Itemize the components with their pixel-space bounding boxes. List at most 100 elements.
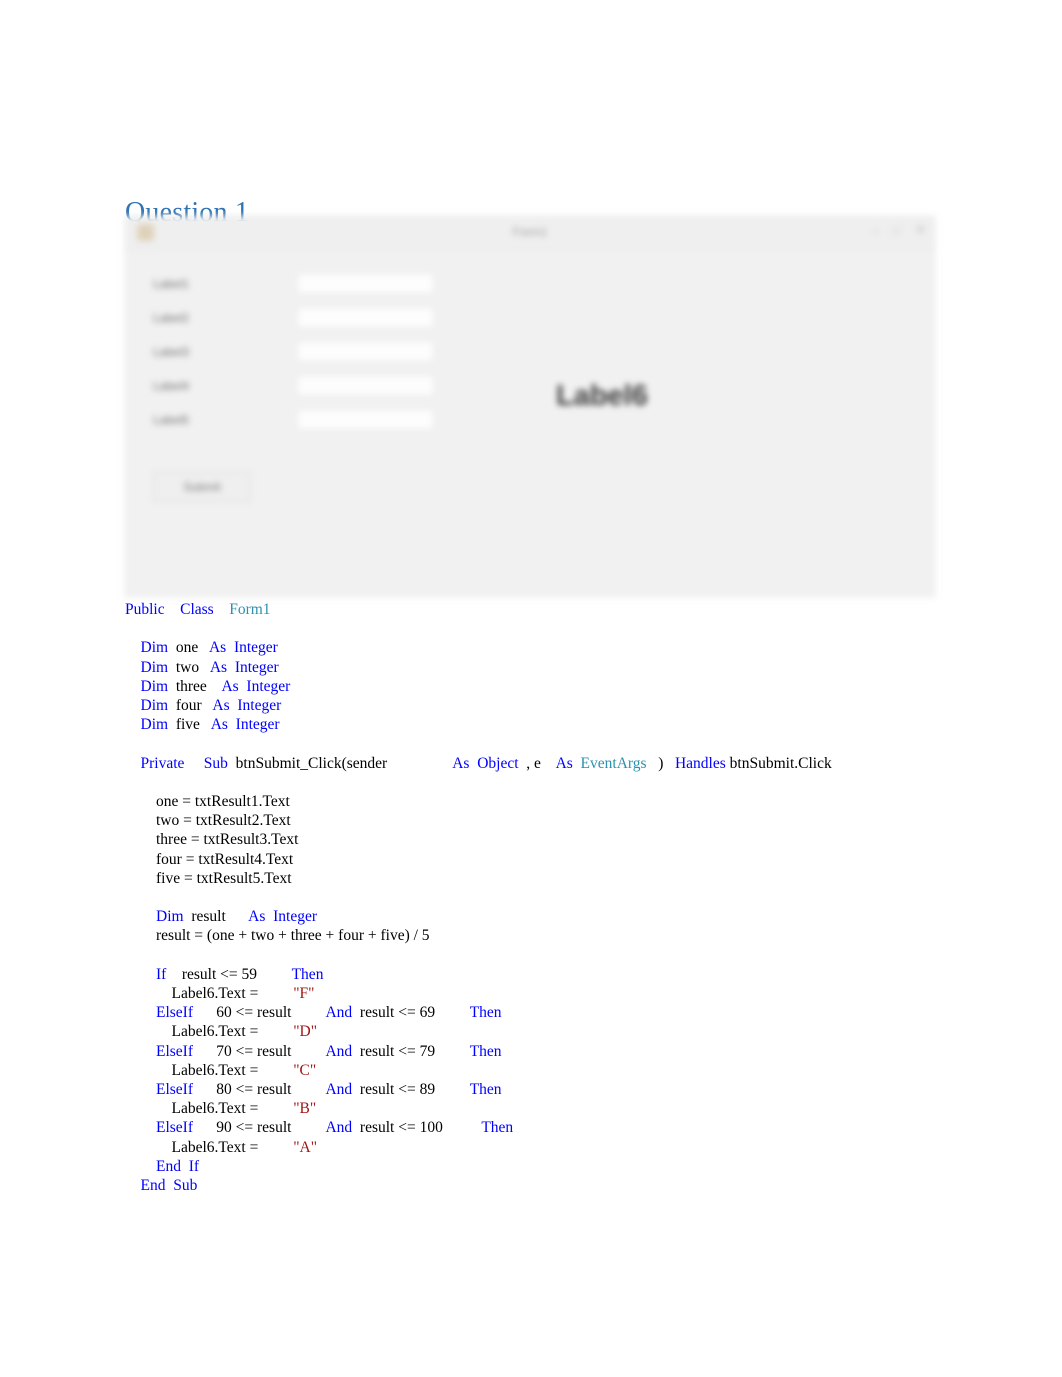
code-token: If [188,1157,200,1175]
code-token: Dim [140,677,169,695]
code-token: three [168,677,222,695]
result-label: Label6 [556,380,648,412]
code-line: End If [125,1157,1005,1176]
code-token: result <= 100 [352,1119,482,1137]
code-token: Then [469,1004,502,1022]
code-line: Dim three As Integer [125,677,1005,696]
code-listing: Public Class Form1 Dim one As Integer Di… [125,600,1005,1195]
code-token: ElseIf [156,1004,194,1022]
code-line: Private Sub btnSubmit_Click(sender As Ob… [125,754,1005,773]
code-token: Sub [173,1177,198,1195]
txtResult4-input[interactable] [297,375,434,396]
code-line: Dim result As Integer [125,907,1005,926]
code-token: btnSubmit_Click(sender [227,754,453,772]
code-line: ElseIf 90 <= result And result <= 100 Th… [125,1118,1005,1137]
code-token: three = txtResult3.Text [125,831,299,849]
code-token: Integer [234,658,279,676]
code-token: 90 <= result [193,1119,326,1137]
form-label-1: Label1 [153,277,190,291]
code-token: 70 <= result [193,1042,326,1060]
code-token: As [210,716,228,734]
txtResult1-input[interactable] [297,273,434,294]
code-token: Dim [156,908,184,926]
code-token: Label6.Text = [125,984,294,1002]
code-token: "A" [293,1138,318,1156]
code-token: five = txtResult5.Text [125,869,292,887]
code-token: End [140,1177,166,1195]
code-token: As [208,639,227,657]
code-token: Integer [237,697,282,714]
minimize-icon[interactable]: – [872,223,879,238]
code-token: As [221,677,239,695]
code-token: Then [469,1081,502,1098]
window-controls: – □ ✕ [872,222,926,238]
code-token: EventArgs [580,754,647,772]
txtResult5-input[interactable] [297,409,434,430]
code-token: Public [125,601,165,618]
form-body: Label1 Label2 Label3 Label4 Label5 Submi… [126,250,934,596]
code-token: Private [140,754,185,772]
code-token: As [452,754,470,772]
code-token: result <= 89 [352,1081,470,1098]
form-label-4: Label4 [153,379,190,393]
document-page: Question 1 Form1 – □ ✕ Label1 Label2 Lab… [0,0,1062,1377]
code-line: Public Class Form1 [125,600,1005,619]
code-token: If [156,965,167,983]
code-line: End Sub [125,1176,1005,1195]
code-token: As [212,697,230,714]
code-token: ElseIf [156,1042,194,1060]
code-token: Form1 [229,601,271,618]
code-token: result = (one + two + three + four + fiv… [125,927,430,945]
txtResult2-input[interactable] [297,307,434,328]
code-token: two [168,658,210,676]
code-token: As [209,658,228,676]
code-token: result [183,908,249,926]
txtResult3-input[interactable] [297,341,434,362]
submit-button[interactable]: Submit [153,472,251,502]
code-line: Dim five As Integer [125,715,1005,734]
code-token: ElseIf [156,1119,194,1137]
code-token: And [325,1081,353,1098]
form-label-2: Label2 [153,311,190,325]
code-token: result <= 69 [352,1004,470,1022]
code-token: 80 <= result [193,1081,326,1098]
code-token: Object [477,754,519,772]
code-token: "F" [293,984,315,1002]
code-line: Dim one As Integer [125,638,1005,657]
code-line: ElseIf 80 <= result And result <= 89 The… [125,1080,1005,1099]
code-line: If result <= 59 Then [125,965,1005,984]
close-icon[interactable]: ✕ [915,222,926,238]
code-token: four = txtResult4.Text [125,850,294,868]
maximize-icon[interactable]: □ [892,223,902,238]
code-token: "C" [293,1061,317,1079]
code-token: result <= 79 [352,1042,470,1060]
code-line: ElseIf 70 <= result And result <= 79 The… [125,1042,1005,1061]
code-token: Integer [233,639,278,657]
code-token: ElseIf [156,1081,194,1098]
code-token: one [168,639,209,657]
code-line: Label6.Text = "B" [125,1099,1005,1118]
code-token: result <= 59 [166,965,292,983]
code-line: three = txtResult3.Text [125,830,1005,849]
code-token: Then [481,1119,514,1137]
code-token: Integer [273,908,318,926]
code-token: "D" [293,1023,318,1041]
code-line: result = (one + two + three + four + fiv… [125,926,1005,945]
code-line: Label6.Text = "A" [125,1138,1005,1157]
